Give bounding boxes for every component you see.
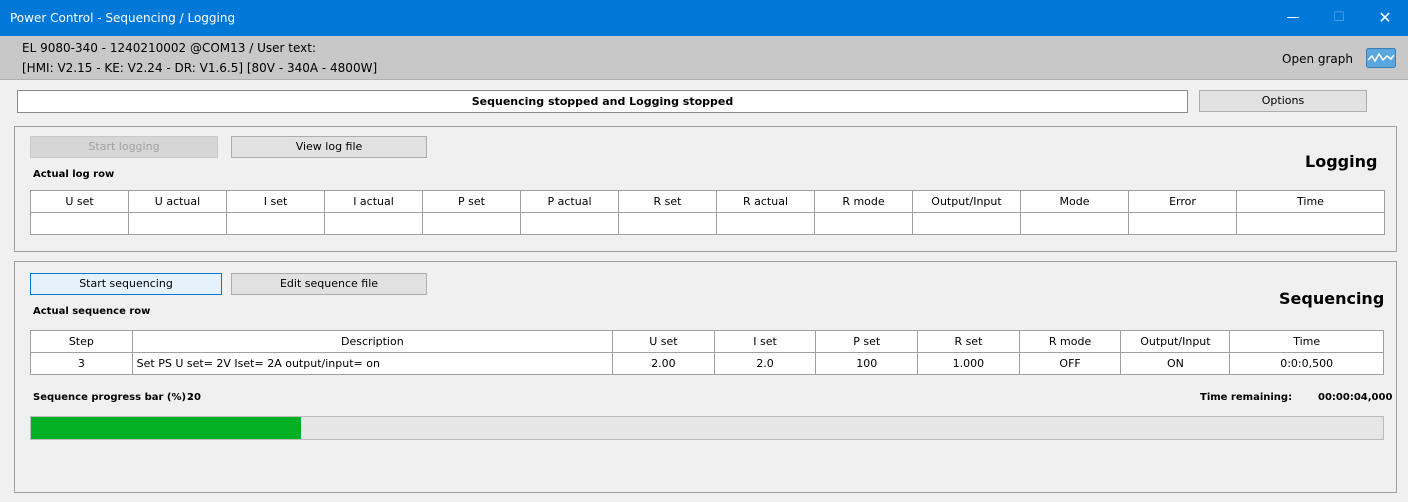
table-cell: 2.0: [713, 352, 817, 375]
column-header[interactable]: I set: [226, 190, 325, 213]
table-cell: [618, 212, 717, 235]
sequencing-group: Start sequencing Edit sequence file Sequ…: [14, 261, 1397, 493]
table-cell: [1236, 212, 1385, 235]
close-button[interactable]: ✕: [1362, 0, 1408, 36]
column-header[interactable]: R mode: [1018, 330, 1122, 353]
column-header[interactable]: Step: [30, 330, 133, 353]
minimize-button[interactable]: —: [1270, 0, 1316, 36]
view-log-file-button[interactable]: View log file: [231, 136, 427, 158]
title-bar: Power Control - Sequencing / Logging — ☐…: [0, 0, 1408, 36]
actual-log-row-caption: Actual log row: [33, 169, 115, 180]
column-header[interactable]: Output/Input: [1120, 330, 1231, 353]
column-header[interactable]: Time: [1236, 190, 1385, 213]
window-title: Power Control - Sequencing / Logging: [10, 11, 236, 25]
column-header[interactable]: I set: [713, 330, 817, 353]
graph-wave-icon[interactable]: [1366, 48, 1396, 68]
column-header[interactable]: I actual: [324, 190, 423, 213]
time-remaining-label: Time remaining:: [1200, 392, 1293, 403]
actual-sequence-row-caption: Actual sequence row: [33, 306, 151, 317]
device-info-line2: [HMI: V2.15 - KE: V2.24 - DR: V1.6.5] [8…: [22, 61, 378, 75]
column-header[interactable]: R set: [618, 190, 717, 213]
device-info-line1: EL 9080-340 - 1240210002 @COM13 / User t…: [22, 41, 316, 55]
table-cell: ON: [1120, 352, 1231, 375]
options-button[interactable]: Options: [1199, 90, 1367, 112]
table-cell: [520, 212, 619, 235]
table-cell: 0:0:0,500: [1229, 352, 1384, 375]
sequence-table: Step Description U set I set P set R set…: [30, 330, 1384, 375]
table-cell: [1020, 212, 1129, 235]
device-info-bar: EL 9080-340 - 1240210002 @COM13 / User t…: [0, 36, 1408, 80]
start-sequencing-button[interactable]: Start sequencing: [30, 273, 222, 295]
edit-sequence-file-button[interactable]: Edit sequence file: [231, 273, 427, 295]
table-row[interactable]: [30, 212, 1385, 235]
table-cell: [814, 212, 913, 235]
table-cell: OFF: [1018, 352, 1122, 375]
table-cell: Set PS U set= 2V Iset= 2A output/input= …: [131, 352, 614, 375]
column-header[interactable]: P set: [422, 190, 521, 213]
table-cell: [912, 212, 1021, 235]
sequence-header-row: Step Description U set I set P set R set…: [30, 330, 1384, 353]
table-cell: [716, 212, 815, 235]
progress-value: 20: [187, 392, 201, 403]
progress-label: Sequence progress bar (%) :: [33, 392, 194, 403]
table-cell: [422, 212, 521, 235]
column-header[interactable]: R mode: [814, 190, 913, 213]
column-header[interactable]: R actual: [716, 190, 815, 213]
table-cell: [226, 212, 325, 235]
logging-title: Logging: [1305, 152, 1378, 171]
status-box: Sequencing stopped and Logging stopped: [17, 90, 1188, 113]
open-graph-label[interactable]: Open graph: [1282, 52, 1353, 66]
log-table: U set U actual I set I actual P set P ac…: [30, 190, 1385, 235]
maximize-button[interactable]: ☐: [1316, 0, 1362, 36]
start-logging-button[interactable]: Start logging: [30, 136, 218, 158]
column-header[interactable]: P actual: [520, 190, 619, 213]
table-cell: [324, 212, 423, 235]
table-cell: 100: [815, 352, 919, 375]
sequence-progress-bar: [30, 416, 1384, 440]
column-header[interactable]: Time: [1229, 330, 1384, 353]
status-text: Sequencing stopped and Logging stopped: [471, 95, 734, 108]
column-header[interactable]: Mode: [1020, 190, 1129, 213]
column-header[interactable]: U set: [30, 190, 129, 213]
table-cell: [128, 212, 227, 235]
time-remaining-value: 00:00:04,000: [1318, 392, 1393, 403]
table-cell: [1128, 212, 1237, 235]
column-header[interactable]: Output/Input: [912, 190, 1021, 213]
sequence-progress-fill: [31, 417, 302, 439]
column-header[interactable]: U actual: [128, 190, 227, 213]
table-row[interactable]: 3 Set PS U set= 2V Iset= 2A output/input…: [30, 352, 1384, 375]
column-header[interactable]: Error: [1128, 190, 1237, 213]
table-cell: 3: [30, 352, 133, 375]
log-header-row: U set U actual I set I actual P set P ac…: [30, 190, 1385, 213]
column-header[interactable]: Description: [131, 330, 614, 353]
sequencing-title: Sequencing: [1279, 289, 1385, 308]
table-cell: 2.00: [612, 352, 715, 375]
column-header[interactable]: R set: [917, 330, 1020, 353]
table-cell: 1.000: [917, 352, 1020, 375]
column-header[interactable]: P set: [815, 330, 919, 353]
column-header[interactable]: U set: [612, 330, 715, 353]
table-cell: [30, 212, 129, 235]
logging-group: Start logging View log file Logging Actu…: [14, 126, 1397, 252]
